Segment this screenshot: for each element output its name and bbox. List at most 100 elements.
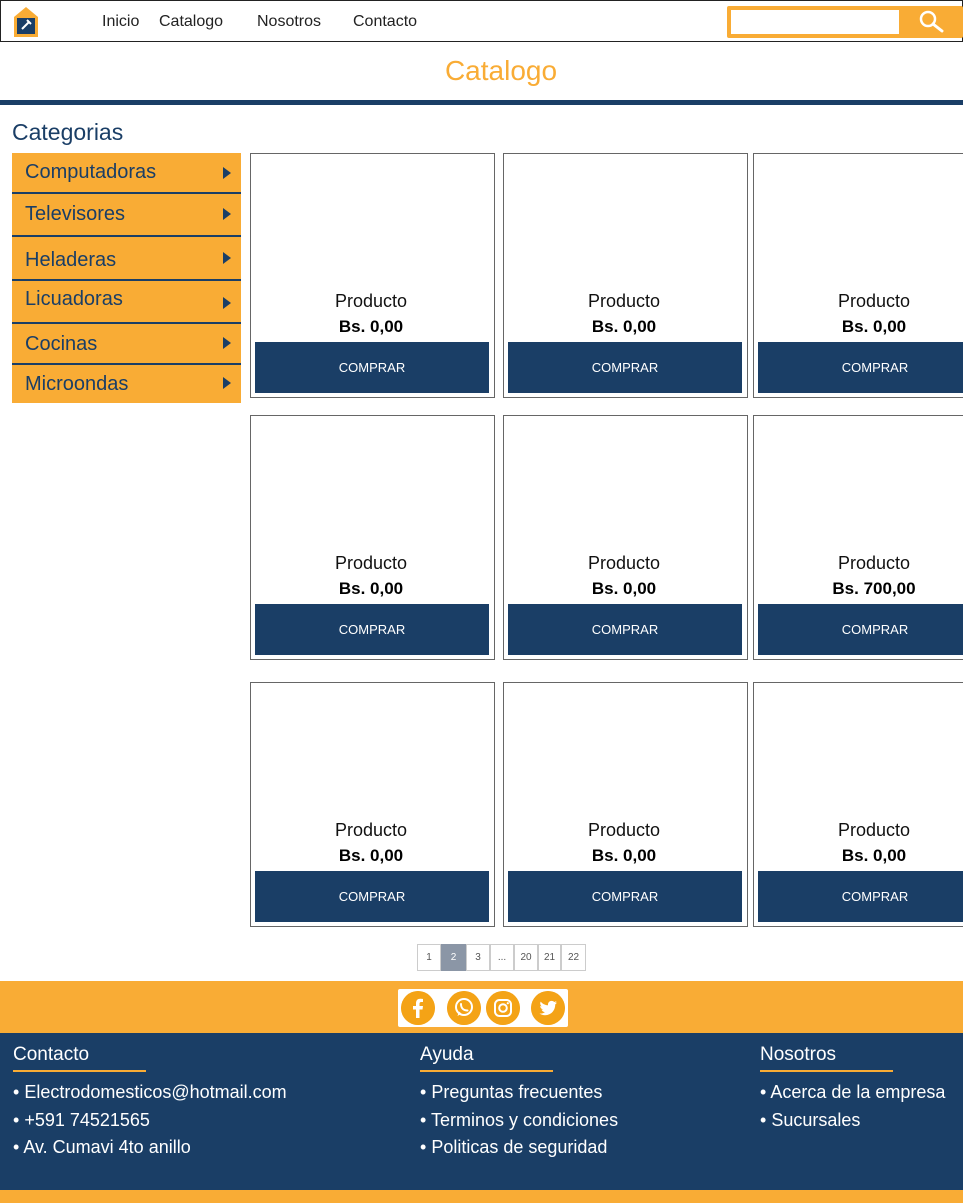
page-link[interactable]: 1	[417, 944, 441, 971]
nav-link-inicio[interactable]: Inicio	[102, 13, 139, 31]
search-button[interactable]	[903, 8, 961, 36]
product-card: Producto Bs. 0,00 COMPRAR	[753, 682, 963, 927]
bottom-band	[0, 1190, 963, 1203]
footer-heading: Ayuda	[420, 1044, 474, 1065]
search-bar	[727, 6, 963, 38]
footer-item-address: • Av. Cumavi 4to anillo	[13, 1137, 191, 1157]
product-price: Bs. 0,00	[591, 846, 657, 865]
page-link[interactable]: 3	[466, 944, 490, 971]
footer-heading-rule	[760, 1070, 893, 1072]
page-title: Catalogo	[444, 55, 558, 86]
product-name: Producto	[334, 553, 408, 573]
chevron-right-icon	[223, 377, 231, 389]
buy-button[interactable]: COMPRAR	[255, 871, 489, 922]
buy-button[interactable]: COMPRAR	[508, 342, 742, 393]
whatsapp-icon[interactable]	[447, 991, 481, 1025]
product-card: Producto Bs. 0,00 COMPRAR	[503, 153, 748, 398]
footer-item-phone[interactable]: • +591 74521565	[13, 1110, 150, 1131]
footer-heading: Nosotros	[760, 1044, 837, 1065]
product-price: Bs. 0,00	[591, 317, 657, 336]
footer-link-faq[interactable]: • Preguntas frecuentes	[420, 1082, 602, 1103]
product-name: Producto	[587, 291, 661, 311]
categories-heading: Categorias	[12, 119, 124, 145]
chevron-right-icon	[223, 167, 231, 179]
footer-link-branches[interactable]: • Sucursales	[760, 1110, 860, 1131]
footer-link-terms[interactable]: • Terminos y condiciones	[420, 1110, 618, 1131]
footer-item-email[interactable]: • Electrodomesticos@hotmail.com	[13, 1082, 287, 1103]
instagram-icon[interactable]	[486, 991, 520, 1025]
search-input[interactable]	[731, 10, 899, 34]
product-name: Producto	[837, 553, 911, 573]
title-divider	[0, 100, 963, 105]
product-price: Bs. 0,00	[338, 846, 404, 865]
social-band	[0, 981, 963, 1033]
chevron-right-icon	[223, 208, 231, 220]
footer-heading: Contacto	[13, 1044, 90, 1065]
product-price: Bs. 0,00	[841, 317, 907, 336]
category-label: Computadoras	[25, 161, 157, 183]
buy-button[interactable]: COMPRAR	[255, 342, 489, 393]
product-card: Producto Bs. 0,00 COMPRAR	[503, 682, 748, 927]
product-name: Producto	[587, 820, 661, 840]
footer-item-label: Acerca de la empresa	[770, 1082, 946, 1102]
category-item-heladeras[interactable]: Heladeras	[12, 237, 241, 279]
magnifier-icon	[919, 10, 944, 32]
nav-link-catalogo[interactable]: Catalogo	[159, 13, 223, 31]
page-link[interactable]: 22	[561, 944, 586, 971]
top-navbar: Inicio Catalogo Nosotros Contacto	[0, 0, 963, 42]
buy-button[interactable]: COMPRAR	[508, 604, 742, 655]
product-price: Bs. 0,00	[591, 579, 657, 598]
footer-item-label: Preguntas frecuentes	[431, 1082, 603, 1102]
product-name: Producto	[837, 820, 911, 840]
footer-item-label: Electrodomesticos@hotmail.com	[24, 1082, 287, 1102]
category-item-licuadoras[interactable]: Licuadoras	[12, 281, 241, 322]
category-label: Heladeras	[25, 249, 117, 271]
product-price: Bs. 0,00	[338, 579, 404, 598]
product-name: Producto	[837, 291, 911, 311]
product-name: Producto	[334, 291, 408, 311]
social-links	[398, 989, 568, 1027]
page-link[interactable]: 21	[538, 944, 561, 971]
category-item-microondas[interactable]: Microondas	[12, 365, 241, 403]
site-footer: Contacto • Electrodomesticos@hotmail.com…	[0, 1033, 963, 1190]
buy-button[interactable]: COMPRAR	[758, 871, 963, 922]
footer-item-label: Sucursales	[771, 1110, 861, 1130]
product-card: Producto Bs. 0,00 COMPRAR	[753, 153, 963, 398]
chevron-right-icon	[223, 297, 231, 309]
facebook-icon[interactable]	[401, 991, 435, 1025]
product-card: Producto Bs. 0,00 COMPRAR	[250, 682, 495, 927]
nav-link-contacto[interactable]: Contacto	[353, 13, 417, 31]
category-label: Televisores	[25, 203, 126, 225]
product-card: Producto Bs. 0,00 COMPRAR	[250, 415, 495, 660]
product-name: Producto	[587, 553, 661, 573]
footer-item-label: Terminos y condiciones	[430, 1110, 619, 1130]
product-price: Bs. 700,00	[832, 579, 916, 598]
footer-heading-rule	[13, 1070, 146, 1072]
buy-button[interactable]: COMPRAR	[758, 604, 963, 655]
buy-button[interactable]: COMPRAR	[508, 871, 742, 922]
category-item-televisores[interactable]: Televisores	[12, 194, 241, 235]
page-link[interactable]: 20	[514, 944, 538, 971]
category-item-computadoras[interactable]: Computadoras	[12, 153, 241, 192]
chevron-right-icon	[223, 252, 231, 264]
category-item-cocinas[interactable]: Cocinas	[12, 324, 241, 363]
category-label: Cocinas	[25, 333, 98, 355]
footer-item-label: +591 74521565	[24, 1110, 150, 1130]
product-card: Producto Bs. 0,00 COMPRAR	[503, 415, 748, 660]
house-plug-icon[interactable]	[14, 7, 38, 37]
buy-button[interactable]: COMPRAR	[758, 342, 963, 393]
buy-button[interactable]: COMPRAR	[255, 604, 489, 655]
product-name: Producto	[334, 820, 408, 840]
page-ellipsis: ...	[490, 944, 514, 971]
category-label: Licuadoras	[25, 288, 123, 310]
footer-link-about[interactable]: • Acerca de la empresa	[760, 1082, 945, 1103]
footer-link-privacy[interactable]: • Politicas de seguridad	[420, 1137, 607, 1158]
product-card: Producto Bs. 0,00 COMPRAR	[250, 153, 495, 398]
twitter-icon[interactable]	[531, 991, 565, 1025]
footer-item-label: Av. Cumavi 4to anillo	[23, 1137, 191, 1157]
footer-heading-rule	[420, 1070, 553, 1072]
page-link-current[interactable]: 2	[441, 944, 466, 971]
chevron-right-icon	[223, 337, 231, 349]
product-card: Producto Bs. 700,00 COMPRAR	[753, 415, 963, 660]
nav-link-nosotros[interactable]: Nosotros	[257, 13, 321, 31]
